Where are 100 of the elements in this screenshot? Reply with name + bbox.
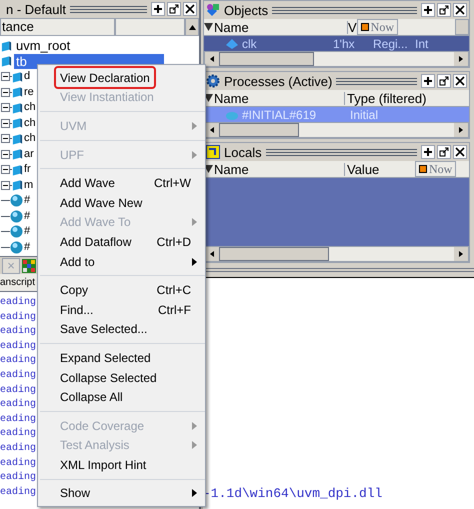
pane-title: Processes (Active) (224, 74, 332, 88)
menu-shortcut: Ctrl+W (154, 175, 191, 192)
expand-toggle[interactable] (1, 180, 10, 190)
undock-button[interactable] (167, 2, 181, 16)
expand-toggle[interactable] (1, 165, 10, 174)
transcript-line: eading (0, 296, 36, 310)
column-header[interactable]: V (348, 20, 357, 34)
module-icon (1, 40, 12, 52)
column-header[interactable]: Value (345, 162, 415, 176)
menu-shortcut: Ctrl+F (158, 302, 191, 319)
tree-item[interactable]: # (23, 224, 32, 240)
menu-item[interactable]: Add Wave (56, 174, 119, 193)
plus-icon (423, 147, 433, 157)
horizontal-scrollbar[interactable] (204, 51, 469, 67)
tree-item[interactable]: ch (23, 131, 37, 146)
transcript-line: eading (0, 442, 36, 456)
undock-button[interactable] (437, 3, 451, 17)
close-button[interactable] (183, 2, 197, 16)
undock-icon (439, 147, 449, 157)
module-icon (1, 55, 12, 68)
table-cell-text: #INITIAL#619 (241, 108, 318, 120)
close-button[interactable] (453, 74, 467, 88)
tree-item[interactable]: re (23, 84, 35, 100)
now-button[interactable]: Now (415, 161, 456, 177)
signal-row[interactable]: clk 1'hx Regi... Int (204, 36, 469, 51)
transcript-line: eading (0, 471, 36, 486)
module-icon (12, 148, 23, 160)
expand-toggle[interactable] (1, 72, 10, 82)
tree-item[interactable]: # (23, 240, 32, 255)
column-header[interactable]: Name (213, 162, 345, 176)
transcript-line: eading (0, 384, 36, 398)
menu-item[interactable]: Collapse Selected (56, 368, 161, 388)
scrollbar-thumb[interactable] (219, 52, 314, 66)
close-icon (455, 5, 465, 15)
column-header[interactable]: Type (filtered) (345, 92, 426, 104)
plus-icon (153, 4, 163, 14)
column-header[interactable]: Name (213, 20, 348, 34)
menu-item[interactable]: Show (56, 484, 94, 503)
transcript-line: eading (0, 427, 36, 442)
module-icon (12, 132, 23, 145)
tree-item[interactable]: # (23, 208, 32, 224)
menu-item[interactable]: View Declaration (56, 68, 154, 88)
table-cell-text: clk (241, 38, 258, 50)
tree-item[interactable]: fr (23, 162, 32, 178)
objects-icon (206, 3, 220, 17)
undock-icon (439, 5, 449, 15)
scroll-left-icon (205, 123, 219, 137)
tree-item[interactable]: # (23, 193, 32, 208)
expand-toggle[interactable] (1, 134, 10, 144)
close-button[interactable] (453, 145, 467, 159)
add-pane-button[interactable] (421, 74, 435, 88)
scrollbar-thumb[interactable] (219, 123, 299, 137)
undock-icon (169, 4, 179, 14)
undock-button[interactable] (437, 74, 451, 88)
add-pane-button[interactable] (151, 2, 165, 16)
menu-item[interactable]: Add to (56, 252, 99, 272)
process-icon (226, 110, 238, 120)
tree-item[interactable]: uvm_root (14, 38, 72, 54)
menu-item[interactable]: Copy (56, 280, 92, 300)
menu-item[interactable]: Find... (56, 300, 98, 320)
scrollbar-thumb[interactable] (219, 247, 329, 261)
expand-toggle[interactable] (1, 103, 10, 112)
scroll-right-icon (454, 247, 468, 261)
now-button[interactable]: Now (356, 19, 398, 35)
add-pane-button[interactable] (421, 145, 435, 159)
expand-toggle[interactable] (1, 88, 10, 97)
close-button[interactable] (453, 3, 467, 17)
tree-item[interactable]: d (23, 69, 32, 84)
horizontal-scrollbar[interactable] (204, 122, 469, 138)
menu-item[interactable]: Save Selected... (56, 320, 152, 339)
close-icon (455, 76, 465, 86)
tree-item[interactable]: m (23, 178, 34, 193)
menu-shortcut: Ctrl+C (156, 282, 191, 300)
table-cell-text: Regi... (373, 38, 409, 50)
menu-item[interactable]: XML Import Hint (56, 455, 150, 474)
pane-title: Locals (224, 146, 262, 158)
module-icon (12, 102, 23, 114)
table-cell: Int (415, 38, 428, 50)
transcript-line: eading (0, 456, 36, 471)
menu-item[interactable]: Collapse All (56, 388, 127, 407)
color-grid-icon[interactable] (22, 258, 36, 272)
expand-toggle[interactable] (1, 150, 10, 159)
menu-item[interactable]: Add Wave New (56, 193, 146, 212)
expand-toggle[interactable] (1, 118, 10, 128)
locals-icon (206, 145, 220, 159)
tree-item[interactable]: ch (23, 116, 37, 131)
tree-item[interactable]: ar (23, 146, 35, 162)
process-ball-icon (10, 194, 23, 208)
undock-button[interactable] (437, 145, 451, 159)
close-icon (185, 4, 195, 14)
menu-item[interactable]: Add Dataflow (56, 232, 136, 252)
tree-item[interactable]: ch (23, 100, 37, 116)
table-cell-text: 1'hx (333, 38, 356, 50)
column-header[interactable]: tance (0, 18, 115, 36)
add-pane-button[interactable] (421, 3, 435, 17)
transcript-line: eading (0, 486, 36, 500)
module-icon (12, 70, 23, 83)
horizontal-scrollbar[interactable] (204, 246, 469, 262)
column-header[interactable]: Name (213, 92, 345, 104)
menu-item[interactable]: Expand Selected (56, 348, 155, 368)
